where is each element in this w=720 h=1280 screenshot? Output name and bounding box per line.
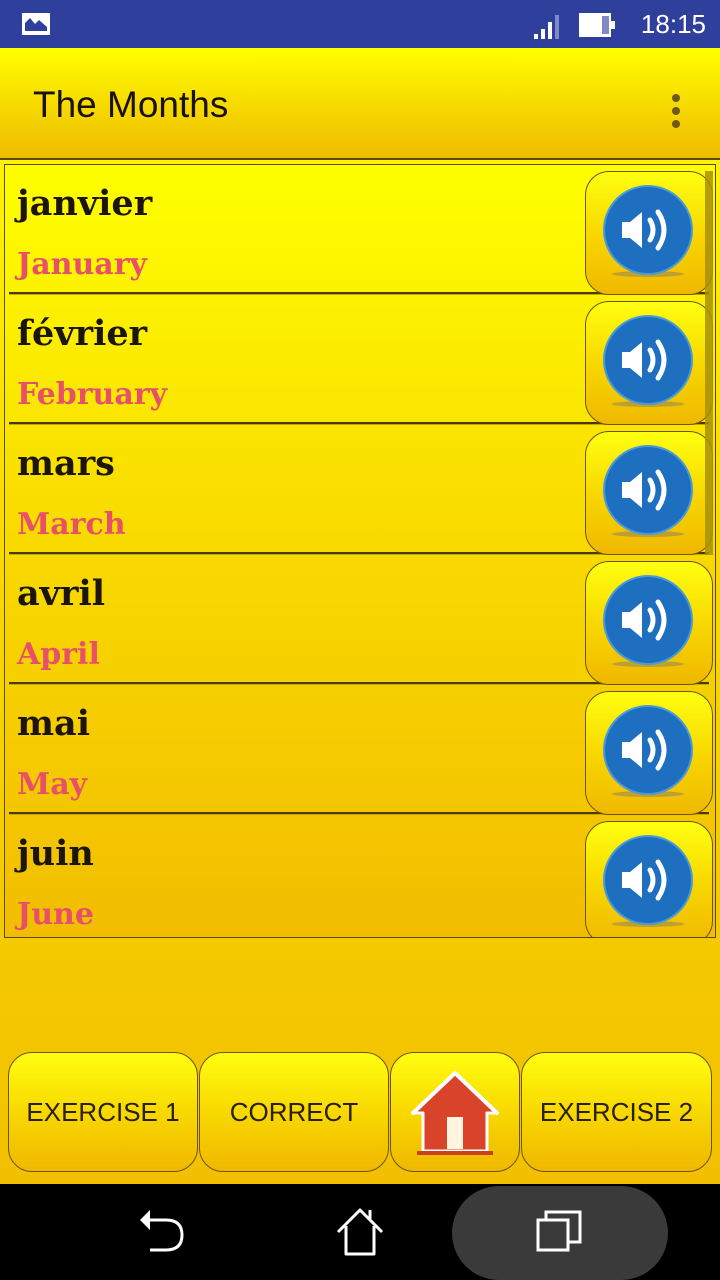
english-word: June (17, 897, 94, 932)
list-item: février February (9, 295, 713, 425)
play-audio-button[interactable] (585, 171, 713, 295)
french-word: juin (17, 833, 94, 874)
speaker-icon (603, 835, 693, 927)
english-word: February (17, 377, 168, 412)
english-word: May (17, 767, 88, 802)
bottom-button-bar: EXERCISE 1 CORRECT EXERCISE 2 (0, 1052, 720, 1174)
speaker-icon (603, 705, 693, 797)
app-bar: The Months (0, 48, 720, 160)
exercise-1-button[interactable]: EXERCISE 1 (8, 1052, 198, 1172)
english-word: January (17, 247, 147, 282)
signal-icon (534, 15, 559, 39)
french-word: février (17, 313, 148, 354)
list-item: mai May (9, 685, 713, 815)
speaker-icon (603, 185, 693, 277)
list-item: avril April (9, 555, 713, 685)
battery-icon (579, 13, 615, 37)
recents-icon[interactable] (530, 1202, 590, 1262)
list-item: juin June (9, 815, 713, 937)
play-audio-button[interactable] (585, 561, 713, 685)
clock: 18:15 (640, 9, 706, 39)
french-word: janvier (17, 183, 153, 224)
exercise-2-button[interactable]: EXERCISE 2 (521, 1052, 712, 1172)
list-item: mars March (9, 425, 713, 555)
play-audio-button[interactable] (585, 821, 713, 937)
home-outline-icon[interactable] (330, 1202, 390, 1262)
correct-button[interactable]: CORRECT (199, 1052, 389, 1172)
scrollbar[interactable] (705, 171, 713, 555)
play-audio-button[interactable] (585, 301, 713, 425)
play-audio-button[interactable] (585, 691, 713, 815)
system-nav-bar (0, 1184, 720, 1280)
french-word: mars (17, 443, 115, 484)
french-word: avril (17, 573, 106, 614)
speaker-icon (603, 575, 693, 667)
play-audio-button[interactable] (585, 431, 713, 555)
english-word: March (17, 507, 126, 542)
status-bar: 18:15 (0, 0, 720, 48)
speaker-icon (603, 445, 693, 537)
back-icon[interactable] (130, 1202, 190, 1262)
months-list[interactable]: janvier January février February mars Ma… (4, 164, 716, 938)
more-vert-icon[interactable] (664, 92, 688, 130)
list-item: janvier January (9, 165, 713, 295)
home-icon (411, 1071, 499, 1155)
image-icon (22, 13, 50, 35)
english-word: April (17, 637, 100, 672)
content-area: janvier January février February mars Ma… (0, 160, 720, 1184)
home-button[interactable] (390, 1052, 520, 1172)
french-word: mai (17, 703, 91, 744)
page-title: The Months (33, 84, 229, 125)
speaker-icon (603, 315, 693, 407)
